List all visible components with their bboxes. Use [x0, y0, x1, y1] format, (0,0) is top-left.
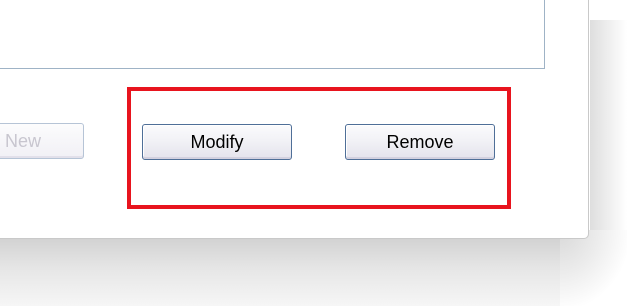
dialog-shadow-bottom [0, 238, 600, 306]
modify-button-label: Modify [190, 131, 244, 152]
dialog-shadow-corner [560, 230, 627, 306]
remove-button[interactable]: Remove [345, 124, 495, 160]
new-button-label: New [4, 130, 41, 151]
new-button: New [0, 123, 84, 159]
remove-button-label: Remove [386, 131, 454, 152]
modify-button[interactable]: Modify [142, 124, 292, 160]
list-box[interactable] [0, 0, 545, 69]
